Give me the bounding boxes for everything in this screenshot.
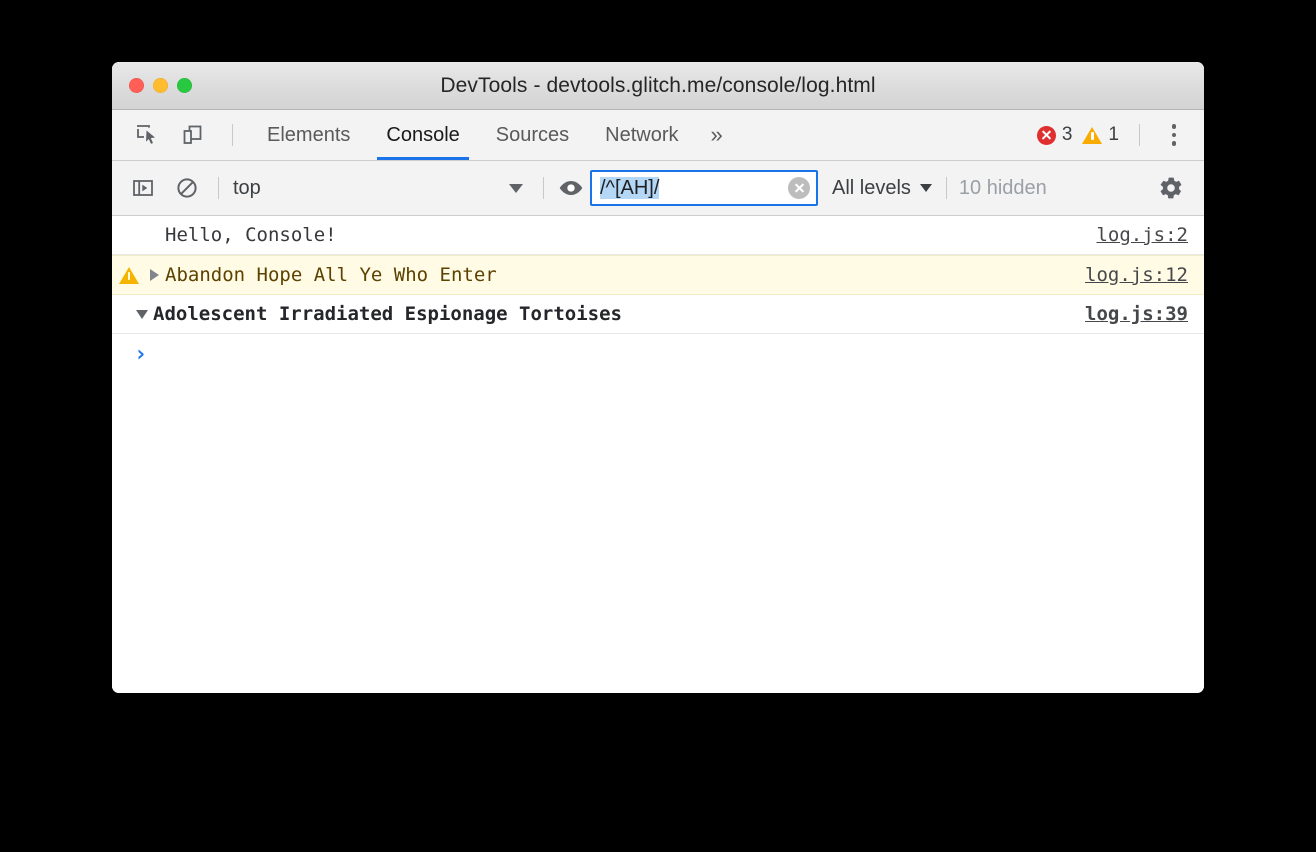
console-settings-area [1154,171,1204,205]
zoom-button[interactable] [177,78,192,93]
window-title: DevTools - devtools.glitch.me/console/lo… [440,73,876,97]
message-source-link[interactable]: log.js:39 [1085,303,1188,325]
table-row[interactable]: Adolescent Irradiated Espionage Tortoise… [112,295,1204,334]
hidden-messages-count: 10 hidden [958,176,1047,199]
message-text: Abandon Hope All Ye Who Enter [165,264,497,286]
filter-text-value: /^[AH]/ [600,176,788,200]
warning-triangle-icon [119,266,139,284]
group-disclosure-toggle[interactable] [134,309,150,319]
clear-input-icon[interactable] [788,177,810,199]
table-row[interactable]: Hello, Console! log.js:2 [112,216,1204,255]
tab-elements-label: Elements [267,123,351,146]
message-disclosure-toggle[interactable] [146,269,162,281]
minimize-button[interactable] [153,78,168,93]
warning-icon [1082,126,1103,144]
tabbar-status-area: 3 1 [1036,118,1204,152]
warning-badge[interactable]: 1 [1082,124,1119,146]
tab-console-label: Console [386,123,460,146]
chevron-down-icon [919,184,932,192]
settings-gear-icon[interactable] [1154,171,1188,205]
console-toolbar-divider-1 [218,177,219,199]
chevron-right-icon [149,269,159,281]
console-toolbar: top /^[AH]/ All levels 10 hidden [112,161,1204,216]
chevron-down-icon [509,183,523,193]
clear-console-icon[interactable] [170,171,204,205]
tab-network-label: Network [605,123,679,146]
console-sidebar-toggle-icon[interactable] [126,171,160,205]
more-tabs-button[interactable]: » [697,110,737,160]
execution-context-value: top [233,176,261,199]
error-count: 3 [1061,124,1073,145]
console-prompt[interactable]: › [112,334,1204,376]
devtools-window: DevTools - devtools.glitch.me/console/lo… [112,62,1204,693]
tab-sources-label: Sources [495,123,570,146]
kebab-menu-icon[interactable] [1158,118,1190,152]
close-button[interactable] [129,78,144,93]
tab-network[interactable]: Network [587,110,696,160]
table-row[interactable]: Abandon Hope All Ye Who Enter log.js:12 [112,255,1204,295]
tab-console[interactable]: Console [368,110,477,160]
log-level-dropdown[interactable]: All levels [832,177,932,200]
chevron-down-icon [136,309,148,319]
console-toolbar-divider-3 [945,177,947,199]
console-filter-input[interactable]: /^[AH]/ [590,170,818,206]
device-toolbar-icon[interactable] [176,118,210,152]
message-source-link[interactable]: log.js:12 [1085,264,1188,286]
panel-tabs: Elements Console Sources Network » [249,110,737,160]
window-traffic-lights [129,78,192,93]
error-icon [1036,125,1056,145]
console-toolbar-divider-2 [543,177,544,199]
tabbar-tool-icons [112,118,243,152]
tab-elements[interactable]: Elements [249,110,368,160]
message-text: Adolescent Irradiated Espionage Tortoise… [153,303,622,325]
error-badge[interactable]: 3 [1036,124,1073,146]
devtools-tabbar: Elements Console Sources Network » 3 1 [112,110,1204,161]
window-titlebar: DevTools - devtools.glitch.me/console/lo… [112,62,1204,110]
filter-selection: /^[AH]/ [600,176,660,199]
prompt-chevron-icon: › [134,342,148,367]
message-level-icon-slot [112,266,146,284]
console-message-list: Hello, Console! log.js:2 Abandon Hope Al… [112,216,1204,693]
execution-context-dropdown[interactable]: top [229,171,533,205]
log-level-value: All levels [832,176,911,199]
inspect-element-icon[interactable] [130,118,164,152]
warning-count: 1 [1108,124,1119,145]
message-source-link[interactable]: log.js:2 [1096,224,1188,246]
message-text: Hello, Console! [165,224,337,246]
tab-sources[interactable]: Sources [478,110,587,160]
live-expression-eye-icon[interactable] [554,171,588,205]
status-divider [1139,124,1140,146]
tabbar-divider [232,124,233,146]
